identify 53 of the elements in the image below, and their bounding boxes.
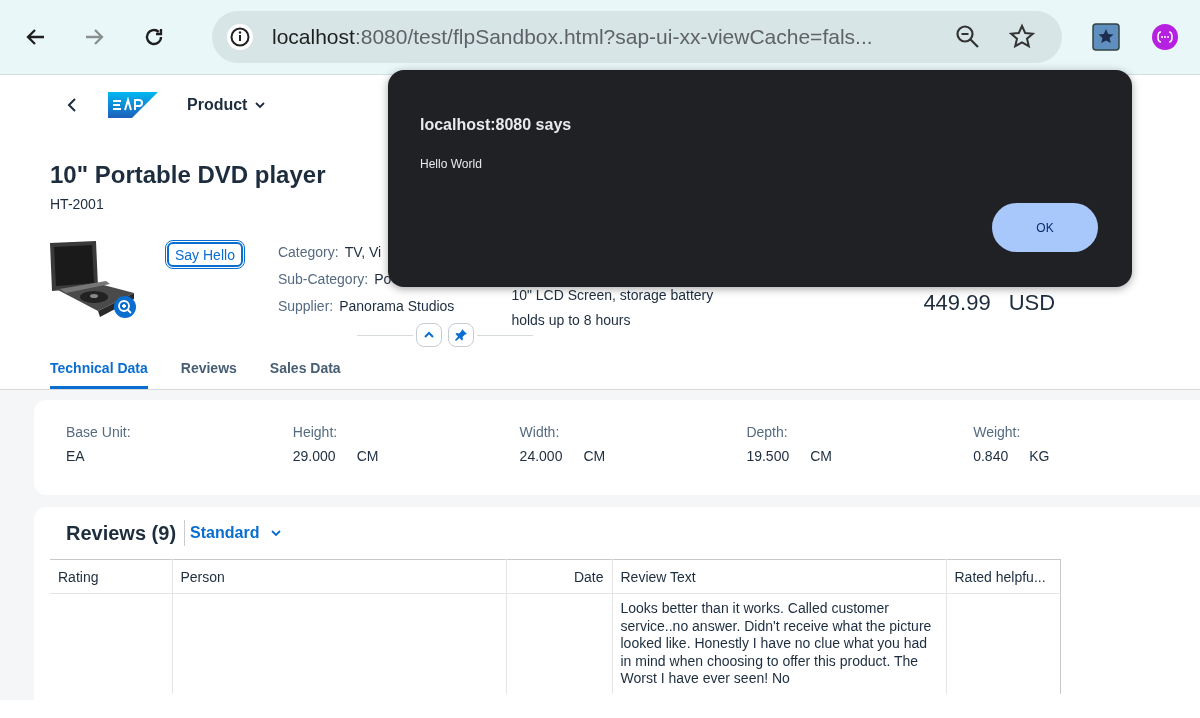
field-label: Weight: [973,423,1022,442]
field-value: EA [66,447,85,466]
tab[interactable]: Sales Data [269,350,341,389]
star-icon[interactable] [1008,23,1036,51]
field-value: 29.000 [292,447,336,466]
caret-icon [255,101,266,109]
table-cell: Looks better than it works. Called customer service..no answer. Didn't receive what the picture looked like. Honestly I have no clue what you had in mind when choosing to offer this product. The Worst I have ever seen! No [612,593,946,694]
reviews-title: Reviews (9) [66,521,177,545]
dialog-title: localhost:8080 says [420,116,573,134]
url-text: localhost:8080/test/flpSandbox.html?sap-ui-xx-viewCache=fals... [272,25,874,49]
column-header[interactable]: Rated helpfu... [946,559,1060,594]
currency: USD [1008,291,1056,315]
pin-icon [455,329,467,341]
field-label: Depth: [746,423,789,442]
unit: KG [1029,447,1050,466]
logo-icon [108,92,158,118]
field-label: Category: [277,243,339,262]
product-id: HT-2001 [50,195,105,213]
tab[interactable]: Reviews [180,350,237,389]
dialog-message: Hello World [420,157,483,171]
field-value: 24.000 [519,447,563,466]
field-label: Supplier: [277,297,334,316]
address-bar[interactable]: localhost:8080/test/flpSandbox.html?sap-ui-xx-viewCache=fals... [212,11,1062,63]
field-value: 0.840 [973,447,1009,466]
field-label: Base Unit: [66,423,132,442]
app-title-menu[interactable]: Product [187,96,266,114]
column-header[interactable]: Date [506,559,612,594]
unit: CM [583,447,606,466]
column-header[interactable]: Person [172,559,506,594]
field-label: Height: [292,423,339,442]
price-value: 449.99 [923,291,991,315]
field-value: TV, Vi [344,243,382,262]
unit: CM [810,447,832,466]
ok-button[interactable]: OK [992,203,1098,252]
back-icon[interactable] [66,98,78,112]
caret-icon [271,529,282,537]
unit: CM [356,447,379,466]
product-title: 10" Portable DVD player [50,161,326,189]
pin-header-button[interactable] [448,323,474,347]
field-value: 19.500 [746,447,790,466]
extension-icon[interactable] [1092,23,1120,51]
column-header[interactable]: Review Text [612,559,946,594]
zoom-in-icon[interactable] [114,296,136,318]
field-label: Width: [519,423,561,442]
column-header[interactable]: Rating [50,559,172,594]
variant-selector[interactable]: Standard [190,524,282,542]
info-icon[interactable] [226,23,254,51]
collapse-header-button[interactable] [416,323,442,347]
profile-icon[interactable] [1152,24,1178,50]
field-value: Panorama Studios [339,297,455,316]
field-label: Sub-Category: [277,270,369,289]
say-hello-button[interactable]: Say Hello [167,242,243,267]
field-value: Po [374,270,392,289]
